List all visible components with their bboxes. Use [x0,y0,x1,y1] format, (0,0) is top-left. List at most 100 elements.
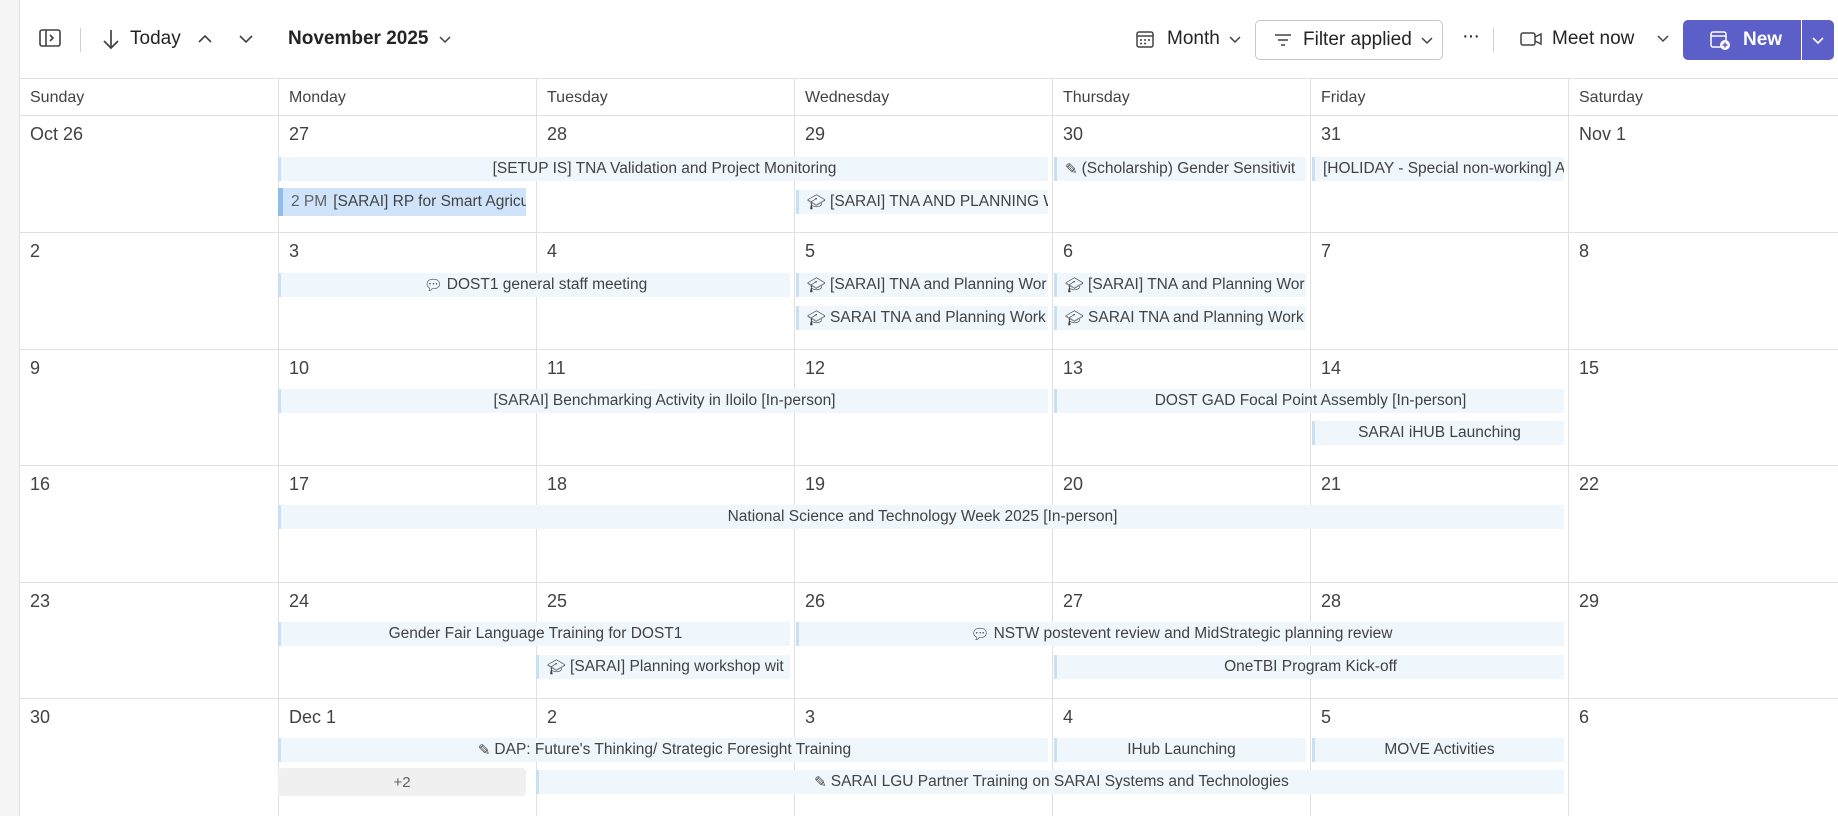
calendar-event[interactable]: 🎓︎ [SARAI] TNA AND PLANNING W [796,190,1048,214]
event-title: National Science and Technology Week 202… [727,508,1118,525]
calendar-event[interactable]: National Science and Technology Week 202… [278,505,1564,529]
graduation-cap-icon: 🎓︎ [807,194,827,211]
calendar-event[interactable]: 2 PM [SARAI] RP for Smart Agricu [278,188,526,216]
day-cell[interactable]: 30 [20,698,278,816]
graduation-cap-icon: 🎓︎ [1065,277,1085,294]
day-number: 2 [547,707,558,727]
calendar-event[interactable]: 🎓︎ [SARAI] Planning workshop wit [536,655,790,679]
month-picker-button[interactable]: November 2025 [288,28,452,50]
day-cell[interactable]: 9 [20,349,278,465]
calendar-event[interactable]: 🎓︎ SARAI TNA and Planning Work [796,306,1048,330]
chevron-down-icon [1421,37,1433,45]
calendar-event[interactable]: 🎓︎ [SARAI] TNA and Planning Wor [1054,273,1306,297]
day-cell[interactable]: 29 [1568,582,1838,698]
day-number: 9 [30,358,41,378]
today-button[interactable]: Today [100,27,181,51]
calendar-event[interactable]: SARAI iHUB Launching [1312,421,1564,445]
meet-now-dropdown[interactable] [1656,31,1670,45]
day-number: 31 [1321,124,1342,144]
calendar-event[interactable]: 🎓︎ [SARAI] TNA and Planning Wor [796,273,1048,297]
day-header-friday: Friday [1310,79,1568,115]
event-title: [SARAI] Planning workshop wit [570,658,784,675]
day-number: 27 [289,124,310,144]
calendar-event[interactable]: ✎ SARAI LGU Partner Training on SARAI Sys… [536,770,1564,794]
chevron-down-icon [239,35,253,44]
calendar-event[interactable]: IHub Launching [1054,738,1306,762]
day-number: 17 [289,474,310,494]
more-events-button[interactable]: +2 [278,768,526,796]
view-switcher-button[interactable]: Month [1135,28,1242,50]
event-title: DAP: Future's Thinking/ Strategic Foresi… [494,741,852,758]
calendar-event[interactable]: [HOLIDAY - Special non-working] A [1312,157,1564,181]
day-number: Nov 1 [1579,124,1627,144]
more-options-button[interactable]: ··· [1462,25,1480,48]
day-number: 5 [805,241,816,261]
day-cell[interactable]: 7 [1310,232,1568,349]
day-number: 4 [547,241,558,261]
graduation-cap-icon: 🎓︎ [1065,310,1085,327]
previous-button[interactable] [196,30,214,48]
day-number: 6 [1063,241,1074,261]
calendar-event[interactable]: MOVE Activities [1312,738,1564,762]
day-cell[interactable]: 8 [1568,232,1838,349]
day-number: 30 [1063,124,1084,144]
day-number: 3 [289,241,300,261]
event-title: SARAI iHUB Launching [1358,424,1521,441]
calendar-event[interactable]: 💬︎ DOST1 general staff meeting [278,273,790,297]
day-cell[interactable]: 6 [1568,698,1838,816]
day-cell[interactable]: 22 [1568,465,1838,582]
day-cell[interactable]: 15 [1568,349,1838,465]
day-cell[interactable]: 23 [20,582,278,698]
pencil-icon: ✎ [814,774,827,791]
day-cell[interactable]: 16 [20,465,278,582]
filter-label: Filter applied [1303,29,1412,50]
day-header-thursday: Thursday [1052,79,1310,115]
new-event-dropdown[interactable] [1802,20,1834,60]
graduation-cap-icon: 🎓︎ [807,277,827,294]
event-title: NSTW postevent review and MidStrategic p… [993,625,1393,642]
day-cell[interactable]: Nov 1 [1568,115,1838,232]
day-number: Dec 1 [289,707,337,727]
event-title: DOST GAD Focal Point Assembly [In-person… [1154,392,1467,409]
event-title: SARAI TNA and Planning Work [1088,309,1304,326]
month-year-label: November 2025 [288,28,429,49]
calendar-event[interactable]: 🎓︎ SARAI TNA and Planning Work [1054,306,1306,330]
calendar-event[interactable]: [SARAI] Benchmarking Activity in Iloilo … [278,389,1048,413]
event-title: (Scholarship) Gender Sensitivit [1081,160,1296,177]
day-number: 7 [1321,241,1332,261]
day-number: 27 [1063,591,1084,611]
day-number: 30 [30,707,51,727]
calendar-event[interactable]: Gender Fair Language Training for DOST1 [278,622,790,646]
calendar-app: Today November 2025 Month Filter applied… [19,0,1838,816]
day-number: 23 [30,591,51,611]
calendar-event[interactable]: ✎ DAP: Future's Thinking/ Strategic Fores… [278,738,1048,762]
next-button[interactable] [237,30,255,48]
day-header-sunday: Sunday [30,89,85,106]
day-number: 6 [1579,707,1590,727]
view-label: Month [1167,28,1220,49]
meet-now-label: Meet now [1552,28,1635,49]
calendar-event[interactable]: DOST GAD Focal Point Assembly [In-person… [1054,389,1564,413]
event-title: OneTBI Program Kick-off [1224,658,1397,675]
toolbar-divider [1493,28,1494,52]
filter-button[interactable]: Filter applied [1255,20,1443,60]
day-number: 10 [289,358,310,378]
day-cell[interactable]: Oct 26 [20,115,278,232]
chat-icon: 💬︎ [970,626,990,643]
calendar-event[interactable]: OneTBI Program Kick-off [1054,655,1564,679]
toggle-sidebar-button[interactable] [39,28,61,48]
event-title: SARAI LGU Partner Training on SARAI Syst… [830,773,1289,790]
left-rail [0,0,19,816]
meet-now-button[interactable]: Meet now [1520,28,1634,50]
calendar-event[interactable]: 💬︎ NSTW postevent review and MidStrategic… [796,622,1564,646]
filter-icon [1275,34,1291,46]
day-number: 21 [1321,474,1342,494]
calendar-event[interactable]: [SETUP IS] TNA Validation and Project Mo… [278,157,1048,181]
event-time: 2 PM [291,193,328,210]
more-events-count: +2 [393,773,411,791]
new-event-button[interactable]: New [1683,20,1801,60]
calendar-event[interactable]: ✎ (Scholarship) Gender Sensitivit [1054,157,1306,181]
day-cell[interactable]: 2 [20,232,278,349]
day-number: 3 [805,707,816,727]
sidebar-toggle-icon [39,29,61,47]
